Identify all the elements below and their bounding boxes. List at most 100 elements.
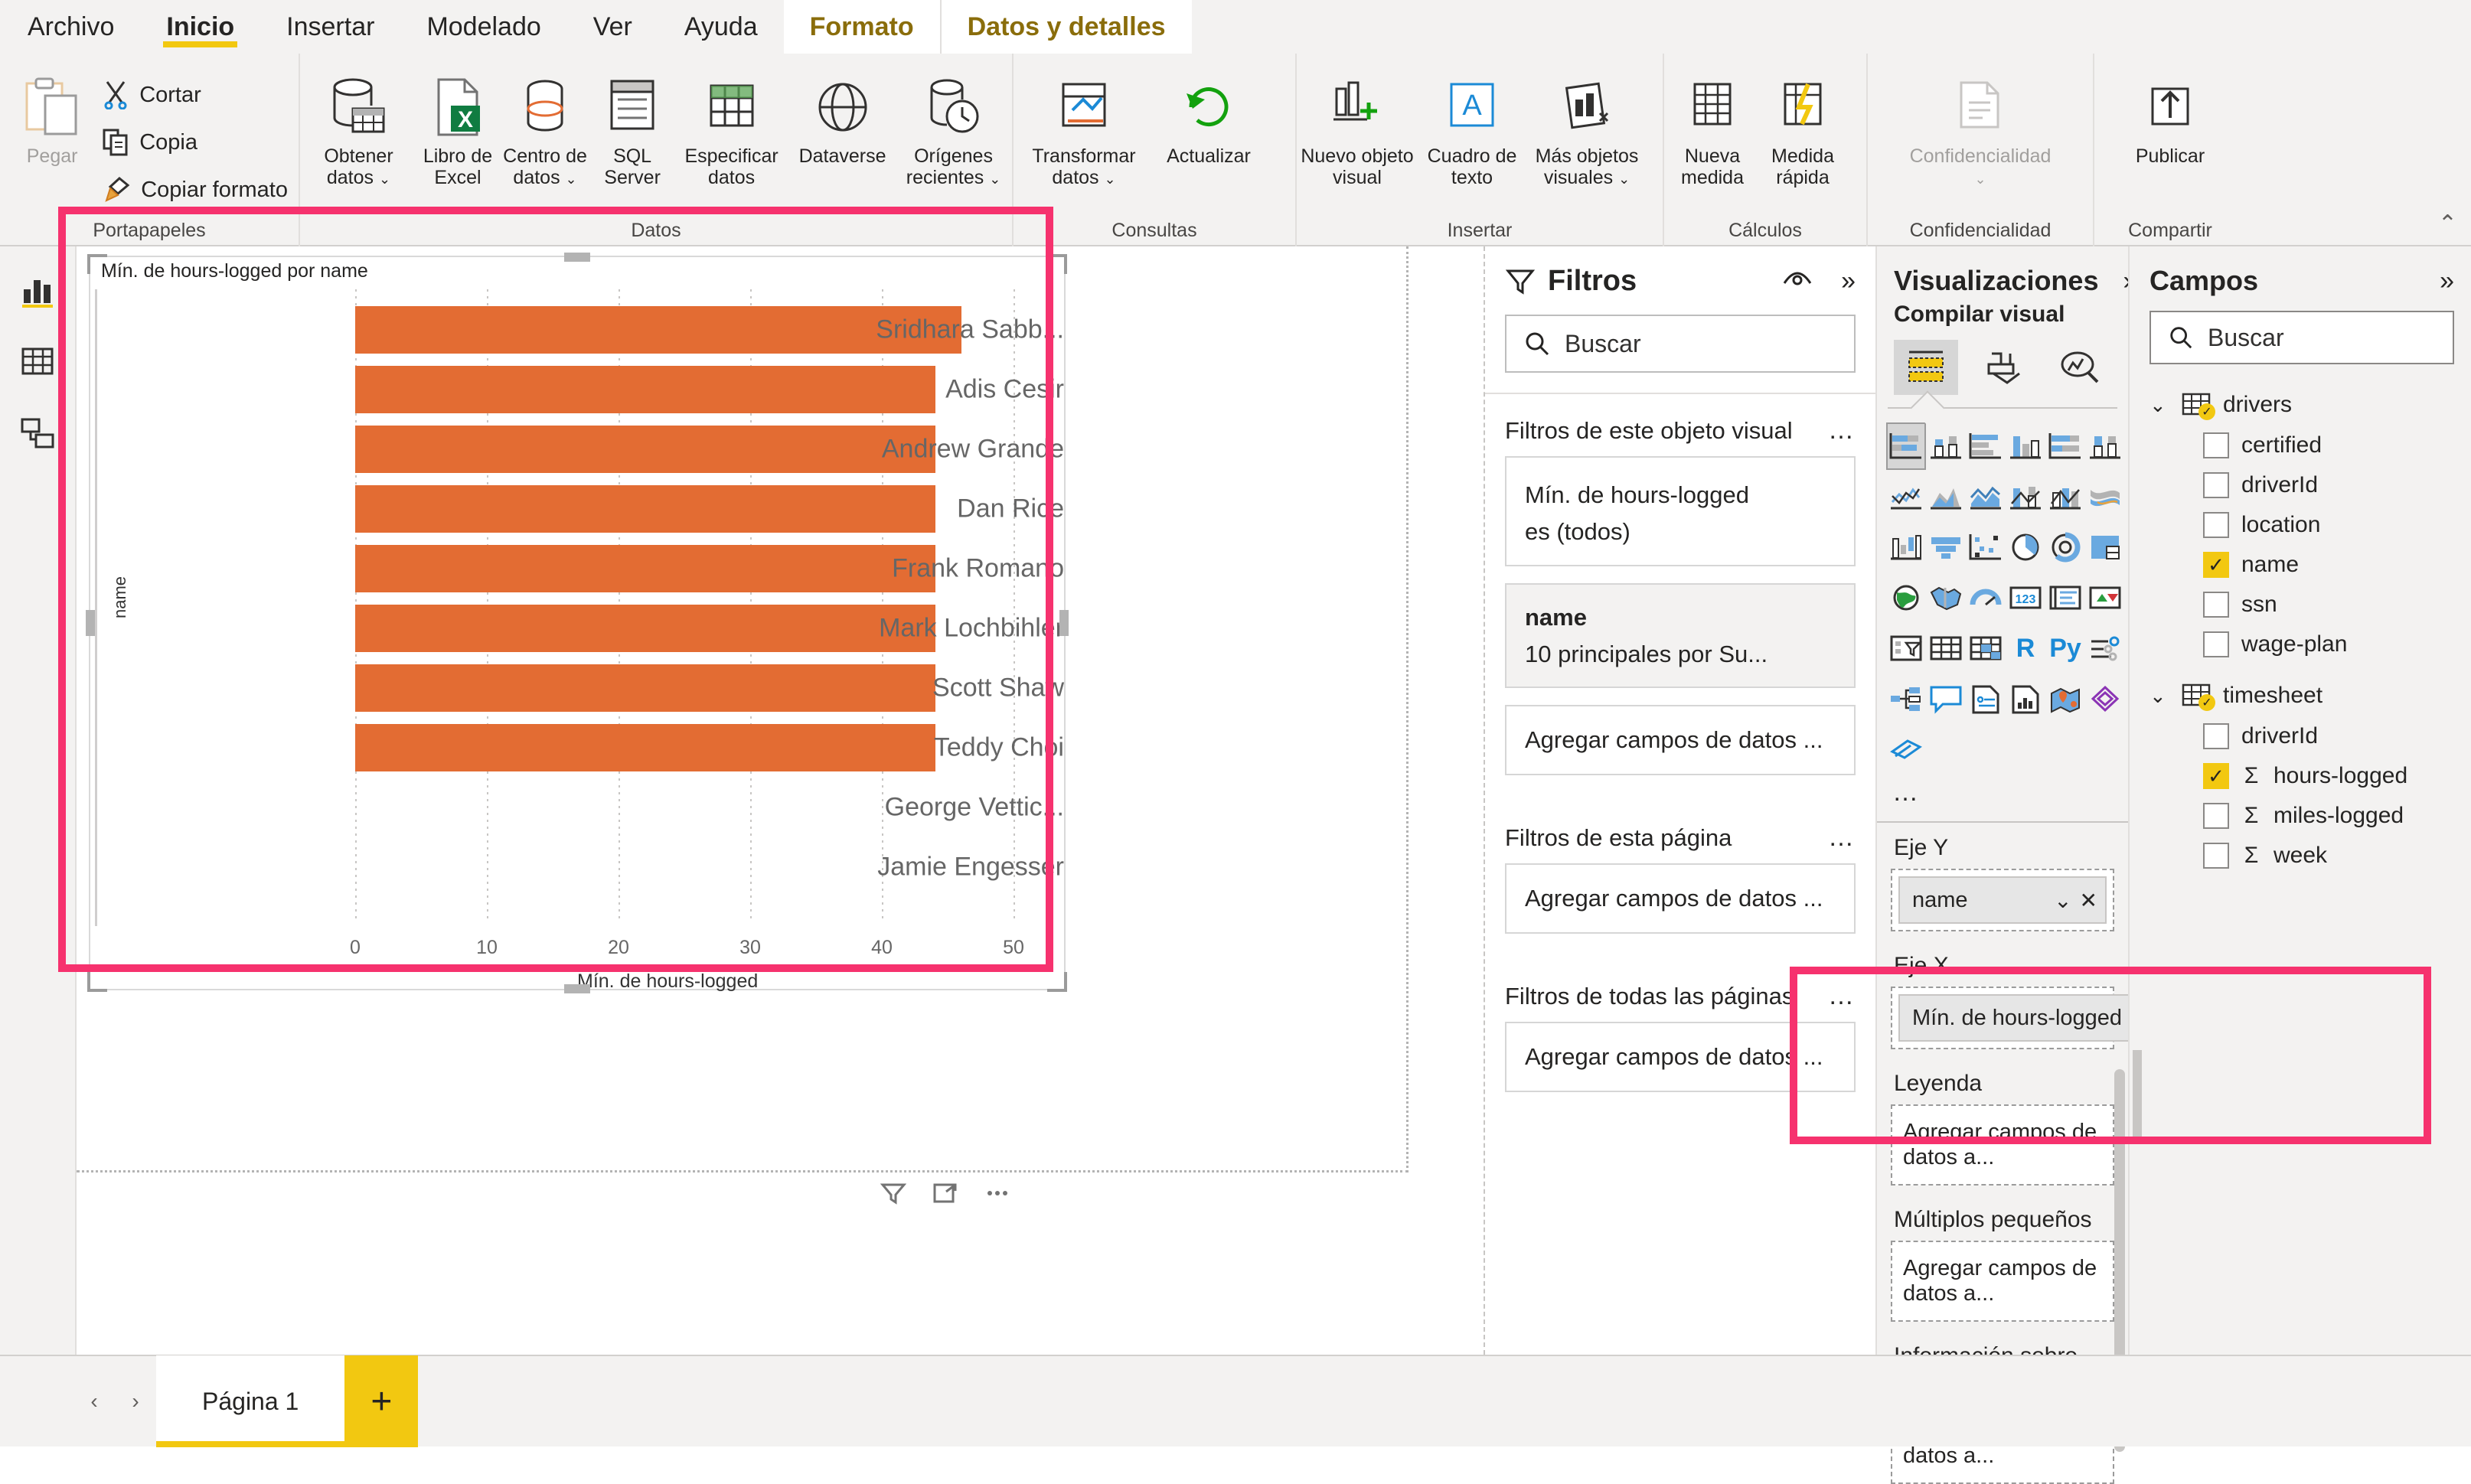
add-page-button[interactable]: +: [344, 1355, 419, 1447]
viz-clustered-column-chart[interactable]: [2007, 424, 2044, 468]
publish-button[interactable]: Publicar: [2113, 63, 2228, 167]
filter-icon[interactable]: [880, 1182, 906, 1205]
refresh-button[interactable]: Actualizar: [1151, 63, 1266, 167]
viz-pie-chart[interactable]: [2007, 525, 2044, 569]
viz-donut-chart[interactable]: [2047, 525, 2084, 569]
filter-card-hours-logged[interactable]: Mín. de hours-logged es (todos): [1505, 456, 1856, 566]
viz-line-clustered-column-chart[interactable]: [2047, 475, 2084, 519]
field-checkbox[interactable]: [2203, 843, 2229, 869]
field-row-hours-logged[interactable]: ✓ Σ hours-logged: [2130, 756, 2471, 796]
collapse-ribbon-button[interactable]: ⌃: [2438, 210, 2457, 237]
ribbon-tab-modelado[interactable]: Modelado: [400, 0, 566, 54]
bar-chart-visual[interactable]: Mín. de hours-logged por name name Sridh…: [86, 253, 1069, 993]
viz-table[interactable]: [1928, 626, 1964, 670]
resize-handle-right[interactable]: [1059, 610, 1069, 636]
viz-line-stacked-column-chart[interactable]: [2007, 475, 2044, 519]
ribbon-tab-formato[interactable]: Formato: [783, 0, 940, 54]
tab-format-visual[interactable]: [1970, 340, 2035, 395]
field-row-location[interactable]: location: [2130, 505, 2471, 545]
chevron-right-icon[interactable]: ›: [115, 1389, 156, 1414]
new-visual-button[interactable]: Nuevo objeto visual: [1300, 63, 1415, 188]
sql-server-button[interactable]: SQL Server: [589, 63, 676, 188]
resize-handle-top-left[interactable]: [87, 254, 107, 274]
recent-sources-button[interactable]: Orígenes recientes ⌄: [898, 63, 1009, 188]
viz-100-stacked-column-chart[interactable]: [2087, 424, 2123, 468]
text-box-button[interactable]: A Cuadro de texto: [1415, 63, 1529, 188]
data-hub-button[interactable]: Centro de datos ⌄: [501, 63, 589, 188]
ribbon-tab-insertar[interactable]: Insertar: [260, 0, 400, 54]
resize-handle-bottom-right[interactable]: [1047, 972, 1067, 992]
field-row-certified[interactable]: certified: [2130, 426, 2471, 465]
more-options-icon[interactable]: [984, 1182, 1010, 1205]
viz-power-apps[interactable]: [2087, 677, 2123, 721]
viz-azure-map[interactable]: [2047, 677, 2084, 721]
filter-dropzone-visual[interactable]: Agregar campos de datos ...: [1505, 705, 1856, 776]
new-measure-button[interactable]: Nueva medida: [1667, 63, 1758, 188]
eye-icon[interactable]: [1781, 269, 1813, 294]
more-visuals-button[interactable]: Más objetos visuales ⌄: [1529, 63, 1644, 188]
well-eje-y[interactable]: name ⌄ ✕: [1891, 869, 2114, 931]
filter-dropzone-all-pages[interactable]: Agregar campos de datos ...: [1505, 1022, 1856, 1093]
field-row-wage-plan[interactable]: wage-plan: [2130, 625, 2471, 664]
ellipsis-icon[interactable]: …: [1892, 778, 1921, 807]
filter-card-name[interactable]: name 10 principales por Su...: [1505, 582, 1856, 689]
ribbon-tab-inicio[interactable]: Inicio: [140, 0, 260, 54]
transform-data-button[interactable]: Transformar datos ⌄: [1017, 63, 1151, 188]
field-checkbox[interactable]: [2203, 472, 2229, 498]
well-leyenda[interactable]: Agregar campos de datos a...: [1891, 1104, 2114, 1186]
chevron-down-icon[interactable]: ⌄: [2149, 684, 2171, 708]
field-checkbox[interactable]: [2203, 723, 2229, 749]
viz-filled-map[interactable]: [1928, 576, 1964, 620]
filters-search-input[interactable]: Buscar: [1505, 315, 1856, 373]
resize-handle-left[interactable]: [86, 610, 95, 636]
viz-slicer[interactable]: [1888, 626, 1924, 670]
field-row-week[interactable]: Σ week: [2130, 836, 2471, 876]
get-data-button[interactable]: Obtener datos ⌄: [303, 63, 414, 188]
chevron-down-icon[interactable]: ⌄: [2054, 888, 2071, 913]
well-eje-x[interactable]: Mín. de hours-logged ⌄ ✕: [1891, 987, 2182, 1049]
ellipsis-icon[interactable]: …: [1828, 823, 1856, 853]
viz-scatter-chart[interactable]: [1967, 525, 2004, 569]
excel-workbook-button[interactable]: X Libro de Excel: [414, 63, 501, 188]
filter-dropzone-page[interactable]: Agregar campos de datos ...: [1505, 863, 1856, 934]
sidebar-item-data-view[interactable]: [13, 337, 62, 386]
ribbon-tab-archivo[interactable]: Archivo: [0, 0, 140, 54]
close-icon[interactable]: ✕: [2080, 888, 2097, 913]
fields-table-timesheet[interactable]: ⌄ ✓ timesheet: [2130, 675, 2471, 716]
field-row-driverid[interactable]: driverId: [2130, 465, 2471, 505]
sidebar-item-model-view[interactable]: [13, 409, 62, 458]
resize-handle-bottom[interactable]: [564, 984, 590, 993]
sensitivity-button[interactable]: Confidencialidad ⌄: [1910, 63, 2051, 188]
viz-funnel-chart[interactable]: [1928, 525, 1964, 569]
viz-waterfall-chart[interactable]: [1888, 525, 1924, 569]
well-multiplos-pequenos[interactable]: Agregar campos de datos a...: [1891, 1241, 2114, 1322]
viz-treemap[interactable]: [2087, 525, 2123, 569]
viz-clustered-bar-chart[interactable]: [1967, 424, 2004, 468]
viz-power-automate[interactable]: [1888, 727, 1924, 771]
ribbon-tab-ver[interactable]: Ver: [567, 0, 658, 54]
field-checkbox[interactable]: [2203, 631, 2229, 657]
ribbon-tab-datos-y-detalles[interactable]: Datos y detalles: [939, 0, 1192, 54]
viz-smart-narrative[interactable]: [1967, 677, 2004, 721]
viz-r-script[interactable]: R: [2007, 626, 2044, 670]
viz-map[interactable]: [1888, 576, 1924, 620]
viz-matrix[interactable]: [1967, 626, 2004, 670]
viz-stacked-area-chart[interactable]: [1967, 475, 2004, 519]
report-page[interactable]: Mín. de hours-logged por name name Sridh…: [77, 246, 1409, 1205]
paste-button[interactable]: Pegar: [9, 63, 95, 167]
field-row-miles-logged[interactable]: Σ miles-logged: [2130, 796, 2471, 836]
field-row-ts-driverid[interactable]: driverId: [2130, 716, 2471, 756]
field-row-name[interactable]: ✓ name: [2130, 545, 2471, 585]
ellipsis-icon[interactable]: …: [1828, 416, 1856, 445]
field-checkbox[interactable]: [2203, 432, 2229, 458]
ellipsis-icon[interactable]: …: [1828, 981, 1856, 1011]
dataverse-button[interactable]: Dataverse: [787, 63, 898, 167]
viz-qna[interactable]: [1928, 677, 1964, 721]
chevron-down-icon[interactable]: ⌄: [2149, 393, 2171, 417]
viz-area-chart[interactable]: [1928, 475, 1964, 519]
fields-search-input[interactable]: Buscar: [2149, 311, 2454, 364]
resize-handle-top-right[interactable]: [1047, 254, 1067, 274]
enter-data-button[interactable]: Especificar datos: [676, 63, 787, 188]
field-checkbox[interactable]: [2203, 512, 2229, 538]
field-checkbox[interactable]: ✓: [2203, 763, 2229, 789]
